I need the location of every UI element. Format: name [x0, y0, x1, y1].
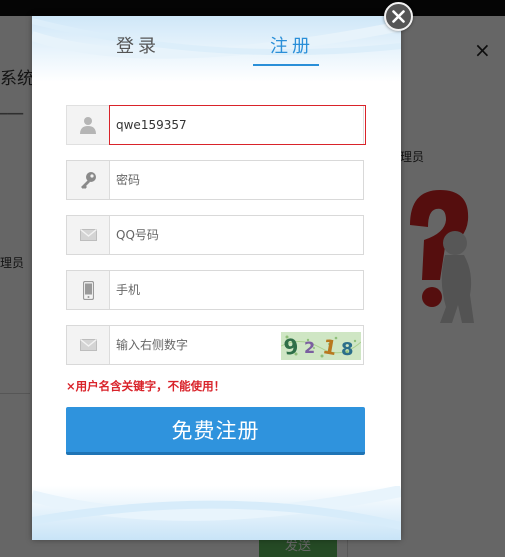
close-icon[interactable] — [384, 2, 413, 31]
tab-login[interactable]: 登录 — [116, 32, 160, 58]
captcha-field: 9 2 1 8 — [66, 325, 364, 365]
auth-tabs: 登录 注册 — [32, 16, 401, 68]
envelope-icon — [67, 326, 110, 364]
password-field — [66, 160, 364, 200]
register-modal: 登录 注册 qwe159357 QQ号码 手机 输入右侧数字 9 2 1 8 ×… — [32, 16, 401, 540]
envelope-icon — [67, 216, 110, 254]
tab-register[interactable]: 注册 — [270, 32, 314, 58]
username-field — [66, 105, 366, 145]
qq-input[interactable] — [110, 216, 363, 254]
username-input[interactable] — [110, 106, 363, 144]
captcha-input[interactable] — [110, 326, 280, 364]
key-icon — [67, 161, 110, 199]
svg-text:8: 8 — [341, 339, 354, 360]
qq-field — [66, 215, 364, 255]
active-tab-indicator — [253, 64, 319, 66]
free-register-button[interactable]: 免费注册 — [66, 407, 365, 455]
mobile-phone-icon — [67, 271, 110, 309]
password-input[interactable] — [110, 161, 363, 199]
captcha-image[interactable]: 9 2 1 8 — [281, 332, 361, 360]
svg-text:2: 2 — [304, 338, 315, 357]
user-icon — [67, 106, 110, 144]
phone-input[interactable] — [110, 271, 363, 309]
username-error-message: ×用户名含关键字，不能使用！ — [66, 379, 226, 393]
bottom-wave-decoration — [32, 486, 401, 540]
phone-field — [66, 270, 364, 310]
